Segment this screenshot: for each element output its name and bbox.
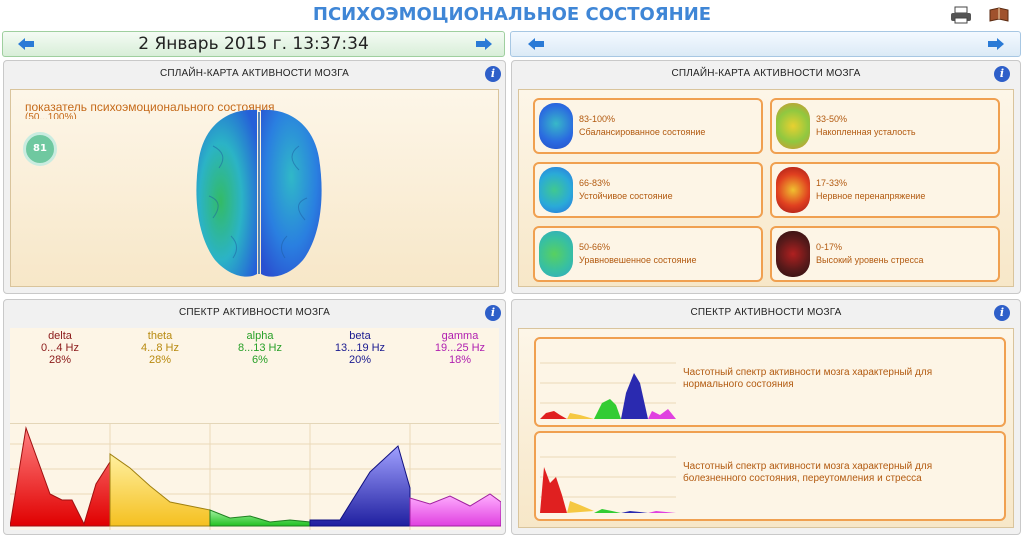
panel-title: СПЕКТР АКТИВНОСТИ МОЗГА: [690, 307, 842, 318]
band-hz: 0...4 Hz: [41, 342, 79, 354]
brain-thumbnail: [776, 231, 810, 277]
book-icon[interactable]: [988, 6, 1010, 24]
band-alpha: alpha 8...13 Hz 6%: [210, 330, 310, 366]
legend-label: Сбалансированное состояние: [579, 127, 706, 137]
reference-navigation: [510, 31, 1021, 57]
legend-range: 33-50%: [816, 114, 848, 124]
legend-label: Нервное перенапряжение: [816, 191, 926, 201]
legend-item: 50-66% Уравновешенное состояние: [533, 226, 763, 282]
info-icon[interactable]: i: [485, 305, 501, 321]
band-delta: delta 0...4 Hz 28%: [10, 330, 110, 366]
stress-spectrum-card: Частотный спектр активности мозга характ…: [534, 431, 1006, 521]
indicator-value: 81: [33, 143, 47, 154]
spectrum-chart: [10, 424, 501, 530]
indicator-gauge: 81: [23, 132, 57, 166]
arrow-right-icon[interactable]: [475, 36, 493, 52]
brain-thumbnail: [539, 167, 573, 213]
band-percent: 18%: [448, 354, 472, 366]
band-gamma: gamma 19...25 Hz 18%: [410, 330, 505, 366]
panel-title: СПЛАЙН-КАРТА АКТИВНОСТИ МОЗГА: [671, 68, 861, 79]
band-table: delta 0...4 Hz 28% theta 4...8 Hz 28% al…: [10, 328, 499, 424]
band-percent: 28%: [48, 354, 72, 366]
legend-item: 66-83% Устойчивое состояние: [533, 162, 763, 218]
brain-thumbnail: [776, 103, 810, 149]
band-name: gamma: [441, 330, 479, 342]
band-hz: 8...13 Hz: [237, 342, 283, 354]
brain-map-body: показатель психоэмоционального состояния…: [10, 89, 499, 287]
spectrum-reference-panel: СПЕКТР АКТИВНОСТИ МОЗГА i Частотный спек…: [511, 299, 1021, 535]
legend-label: Устойчивое состояние: [579, 191, 673, 201]
band-name: delta: [48, 330, 72, 342]
band-beta: beta 13...19 Hz 20%: [310, 330, 410, 366]
brain-thumbnail: [539, 231, 573, 277]
page-title: ПСИХОЭМОЦИОНАЛЬНОЕ СОСТОЯНИЕ: [312, 4, 712, 25]
legend-label: Высокий уровень стресса: [816, 255, 924, 265]
arrow-left-icon[interactable]: [527, 36, 545, 52]
band-name: alpha: [246, 330, 274, 342]
legend-label: Уравновешенное состояние: [579, 255, 697, 265]
legend-range: 83-100%: [579, 114, 616, 124]
band-name: theta: [147, 330, 173, 342]
legend-item: 33-50% Накопленная усталость: [770, 98, 1000, 154]
legend-item: 0-17% Высокий уровень стресса: [770, 226, 1000, 282]
spectrum-reference-body: Частотный спектр активности мозга характ…: [518, 328, 1014, 528]
legend-range: 50-66%: [579, 242, 611, 252]
band-percent: 20%: [348, 354, 372, 366]
brain-thumbnail: [539, 103, 573, 149]
panel-title: СПЛАЙН-КАРТА АКТИВНОСТИ МОЗГА: [159, 68, 350, 79]
stress-spectrum-thumbnail: [540, 437, 676, 515]
brain-map-image: [196, 109, 322, 277]
info-icon[interactable]: i: [485, 66, 501, 82]
spectrum-panel: СПЕКТР АКТИВНОСТИ МОЗГА i delta 0...4 Hz…: [3, 299, 506, 535]
band-hz: 4...8 Hz: [141, 342, 179, 354]
band-hz: 13...19 Hz: [334, 342, 386, 354]
legend-range: 17-33%: [816, 178, 848, 188]
brain-legend-panel: СПЛАЙН-КАРТА АКТИВНОСТИ МОЗГА i 83-100% …: [511, 60, 1021, 294]
brain-legend-body: 83-100% Сбалансированное состояние 66-83…: [518, 89, 1014, 287]
legend-item: 83-100% Сбалансированное состояние: [533, 98, 763, 154]
legend-label: Накопленная усталость: [816, 127, 916, 137]
legend-range: 0-17%: [816, 242, 843, 252]
band-theta: theta 4...8 Hz 28%: [110, 330, 210, 366]
normal-spectrum-text: Частотный спектр активности мозга характ…: [683, 367, 933, 390]
band-hz: 19...25 Hz: [434, 342, 486, 354]
current-datetime: 2 Январь 2015 г. 13:37:34: [138, 34, 369, 54]
arrow-right-icon[interactable]: [987, 36, 1005, 52]
printer-icon[interactable]: [950, 6, 972, 24]
normal-spectrum-card: Частотный спектр активности мозга характ…: [534, 337, 1006, 427]
date-navigation: 2 Январь 2015 г. 13:37:34: [2, 31, 505, 57]
brain-map-panel: СПЛАЙН-КАРТА АКТИВНОСТИ МОЗГА i показате…: [3, 60, 506, 294]
legend-item: 17-33% Нервное перенапряжение: [770, 162, 1000, 218]
stress-spectrum-text: Частотный спектр активности мозга характ…: [683, 461, 933, 484]
info-icon[interactable]: i: [994, 305, 1010, 321]
band-percent: 28%: [148, 354, 172, 366]
legend-range: 66-83%: [579, 178, 611, 188]
indicator-range: (50...100%): [25, 112, 77, 119]
normal-spectrum-thumbnail: [540, 343, 676, 421]
info-icon[interactable]: i: [994, 66, 1010, 82]
panel-title: СПЕКТР АКТИВНОСТИ МОЗГА: [178, 307, 331, 318]
brain-thumbnail: [776, 167, 810, 213]
band-name: beta: [349, 330, 371, 342]
band-percent: 6%: [252, 354, 268, 366]
